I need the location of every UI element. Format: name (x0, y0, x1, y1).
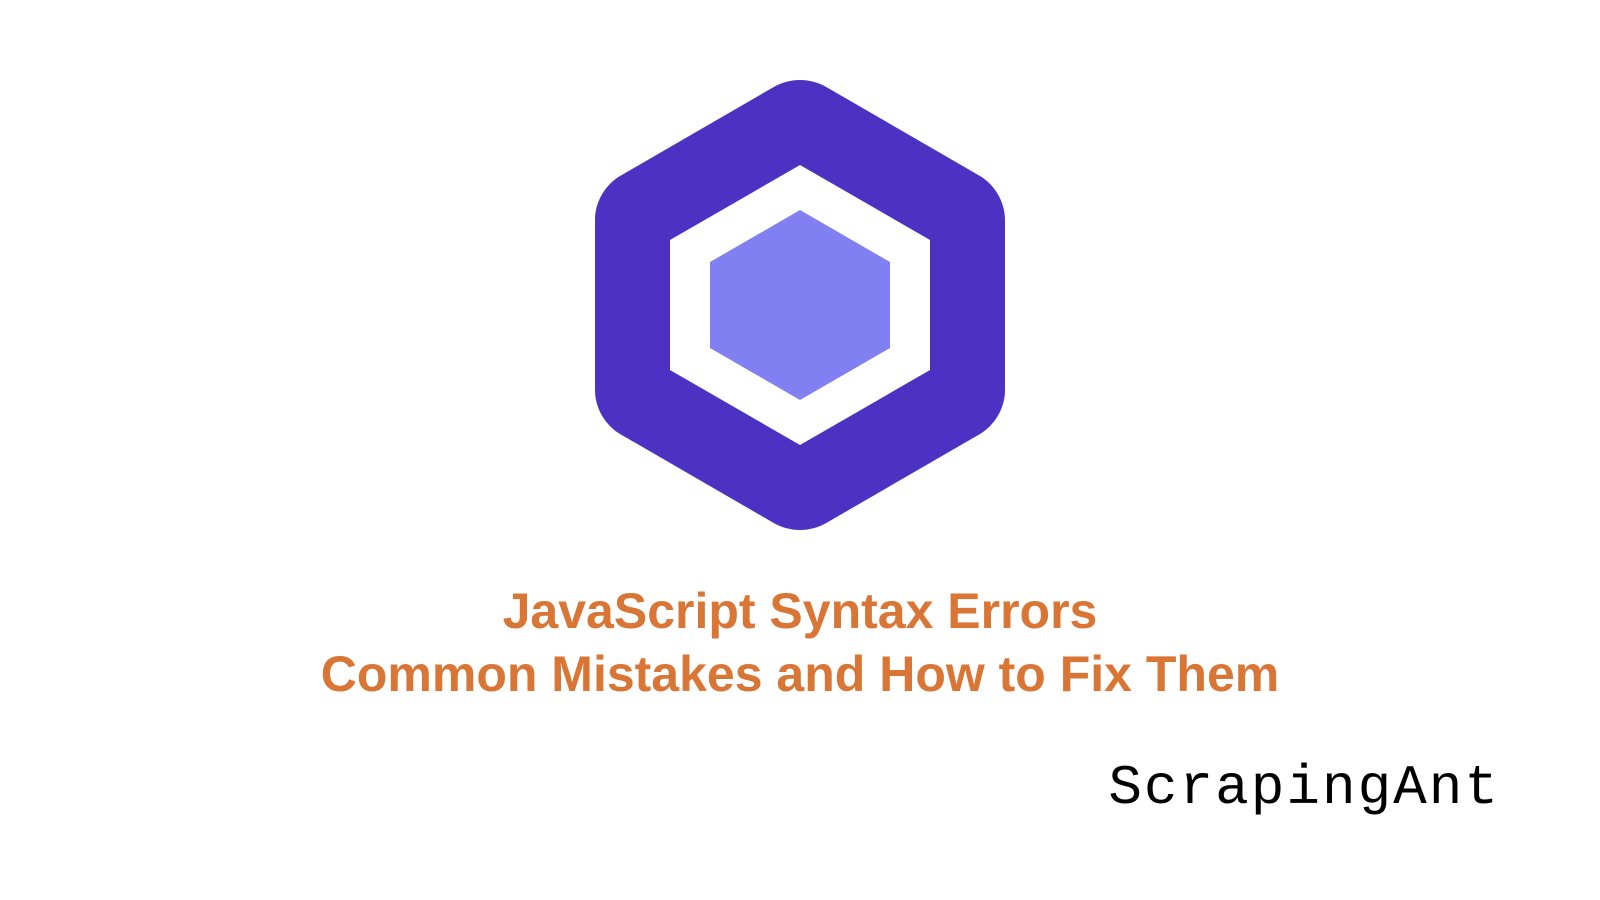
title-line-2: Common Mistakes and How to Fix Them (321, 643, 1279, 706)
eslint-logo (590, 70, 1010, 540)
title-line-1: JavaScript Syntax Errors (321, 580, 1279, 643)
hexagon-logo-icon (590, 70, 1010, 540)
page-title: JavaScript Syntax Errors Common Mistakes… (321, 580, 1279, 705)
brand-wordmark: ScrapingAnt (1108, 756, 1500, 820)
